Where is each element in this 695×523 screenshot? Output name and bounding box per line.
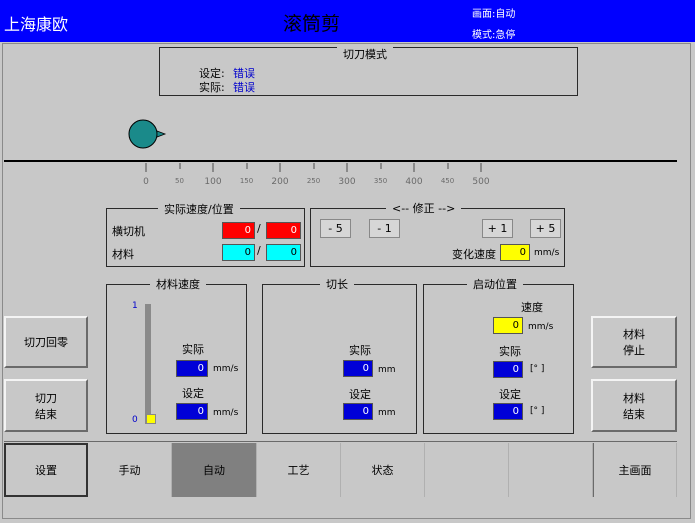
plus-1-button[interactable]: + 1 bbox=[482, 219, 513, 238]
tab-status[interactable]: 状态 bbox=[341, 443, 425, 497]
page-title: 滚筒剪 bbox=[283, 13, 341, 35]
scale-major-label: 500 bbox=[472, 177, 490, 187]
material-speed-bar-fill bbox=[146, 414, 156, 424]
cutter-mode-actual-value: 错误 bbox=[233, 81, 255, 94]
material-set-unit: mm/s bbox=[213, 408, 239, 418]
tab-main-screen[interactable]: 主画面 bbox=[593, 443, 677, 497]
start-set-label: 设定 bbox=[499, 388, 521, 401]
start-actual-unit: [° ] bbox=[530, 364, 545, 374]
scale-major-label: 100 bbox=[204, 177, 222, 187]
scale-major-tick bbox=[145, 163, 147, 172]
change-speed-label: 变化速度 bbox=[452, 248, 496, 261]
correction-title: <-- 修正 --> bbox=[386, 200, 462, 216]
cut-length-set-unit: mm bbox=[378, 408, 396, 418]
start-speed-input[interactable]: 0 bbox=[493, 317, 523, 334]
minus-1-button[interactable]: - 1 bbox=[369, 219, 400, 238]
actual-speed-title: 实际速度/位置 bbox=[158, 201, 240, 217]
scale-minor-tick bbox=[379, 163, 382, 169]
cutter-speed-field: 0 bbox=[222, 222, 255, 239]
scale-minor-label: 450 bbox=[440, 177, 455, 185]
cutter-mode-actual-label: 实际: bbox=[199, 81, 225, 94]
start-set-input[interactable]: 0 bbox=[493, 403, 523, 420]
screen: 上海康欧 滚筒剪 画面:自动 模式:急停 切刀模式 设定: 错误 实际: 错误 … bbox=[0, 0, 695, 523]
cutter-end-button[interactable]: 切刀 结束 bbox=[4, 379, 88, 432]
scale-minor-tick bbox=[446, 163, 449, 169]
brand-label: 上海康欧 bbox=[4, 15, 69, 34]
tab-empty-2[interactable] bbox=[509, 443, 593, 497]
material-position-field: 0 bbox=[266, 244, 301, 261]
scale-minor-tick bbox=[245, 163, 248, 169]
tab-settings[interactable]: 设置 bbox=[4, 443, 88, 497]
scale-minor-label: 150 bbox=[239, 177, 254, 185]
scale-minor-label: 50 bbox=[175, 177, 184, 185]
start-actual-label: 实际 bbox=[499, 345, 521, 358]
change-speed-input[interactable]: 0 bbox=[500, 244, 530, 261]
mode-status: 模式:急停 bbox=[472, 30, 516, 41]
material-actual-unit: mm/s bbox=[213, 364, 239, 374]
cutter-label: 横切机 bbox=[112, 225, 145, 238]
scale-minor-tick bbox=[312, 163, 315, 169]
cut-length-set-input[interactable]: 0 bbox=[343, 403, 373, 420]
cut-length-title: 切长 bbox=[320, 276, 354, 292]
start-position-title: 启动位置 bbox=[467, 276, 523, 292]
start-actual-field: 0 bbox=[493, 361, 523, 378]
tab-process[interactable]: 工艺 bbox=[257, 443, 341, 497]
scale-major-tick bbox=[212, 163, 214, 172]
cut-length-set-label: 设定 bbox=[349, 388, 371, 401]
material-label: 材料 bbox=[112, 248, 134, 261]
scale-major-label: 400 bbox=[405, 177, 423, 187]
scale-major-label: 300 bbox=[338, 177, 356, 187]
scale-minor-label: 350 bbox=[373, 177, 388, 185]
material-set-label: 设定 bbox=[182, 387, 204, 400]
scale-major-tick bbox=[346, 163, 348, 172]
material-speed-bar bbox=[145, 304, 151, 424]
cut-length-actual-field: 0 bbox=[343, 360, 373, 377]
scale-major-tick bbox=[413, 163, 415, 172]
scale-major-tick bbox=[480, 163, 482, 172]
cut-line bbox=[4, 160, 677, 162]
tab-manual[interactable]: 手动 bbox=[88, 443, 172, 497]
material-end-button[interactable]: 材料 结束 bbox=[591, 379, 677, 432]
scale-major-label: 200 bbox=[271, 177, 289, 187]
tab-empty-1[interactable] bbox=[425, 443, 509, 497]
cutter-separator: / bbox=[257, 222, 261, 235]
material-actual-label: 实际 bbox=[182, 343, 204, 356]
scale-minor-tick bbox=[178, 163, 181, 169]
material-speed-field: 0 bbox=[222, 244, 255, 261]
material-set-input[interactable]: 0 bbox=[176, 403, 208, 420]
material-separator: / bbox=[257, 244, 261, 257]
scale-major-tick bbox=[279, 163, 281, 172]
start-speed-label: 速度 bbox=[521, 301, 543, 314]
header-bar bbox=[0, 0, 695, 42]
scale-minor-label: 250 bbox=[306, 177, 321, 185]
cutter-home-button[interactable]: 切刀回零 bbox=[4, 316, 88, 368]
scale-major-label: 0 bbox=[143, 177, 149, 187]
tab-auto[interactable]: 自动 bbox=[172, 443, 257, 497]
material-actual-field: 0 bbox=[176, 360, 208, 377]
material-stop-button[interactable]: 材料 停止 bbox=[591, 316, 677, 368]
screen-status: 画面:自动 bbox=[472, 9, 516, 20]
cut-length-actual-unit: mm bbox=[378, 365, 396, 375]
change-speed-unit: mm/s bbox=[534, 248, 560, 258]
cut-length-actual-label: 实际 bbox=[349, 344, 371, 357]
start-speed-unit: mm/s bbox=[528, 322, 554, 332]
cutter-roll-icon bbox=[128, 119, 167, 149]
cutter-position-field: 0 bbox=[266, 222, 301, 239]
bar-min-label: 0 bbox=[132, 415, 138, 425]
cutter-mode-title: 切刀模式 bbox=[337, 46, 393, 62]
material-speed-title: 材料速度 bbox=[150, 276, 206, 292]
bar-max-label: 1 bbox=[132, 301, 138, 311]
minus-5-button[interactable]: - 5 bbox=[320, 219, 351, 238]
tab-divider bbox=[4, 441, 677, 442]
start-set-unit: [° ] bbox=[530, 406, 545, 416]
plus-5-button[interactable]: + 5 bbox=[530, 219, 561, 238]
